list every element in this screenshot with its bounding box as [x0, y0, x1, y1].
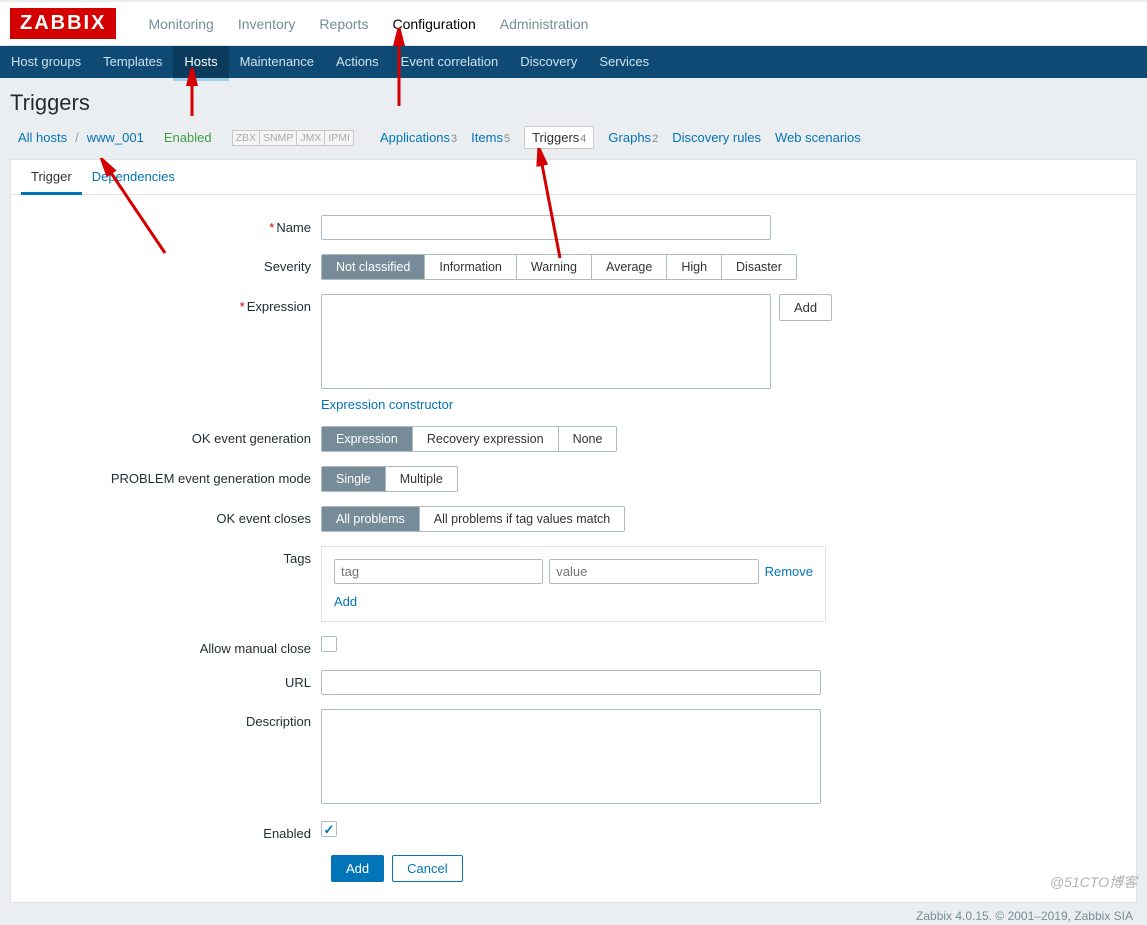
label-description: Description: [21, 709, 321, 729]
label-expression: *Expression: [21, 294, 321, 314]
checkbox-allow-manual-close[interactable]: [321, 636, 337, 652]
submit-button[interactable]: Add: [331, 855, 384, 882]
label-name: *Name: [21, 215, 321, 235]
expression-constructor-link[interactable]: Expression constructor: [321, 397, 453, 412]
hnav-graphs[interactable]: Graphs2: [608, 130, 658, 145]
label-ok-event-generation: OK event generation: [21, 426, 321, 446]
subnav-services[interactable]: Services: [588, 46, 660, 78]
input-tag-name[interactable]: [334, 559, 543, 584]
input-description[interactable]: [321, 709, 821, 804]
okcloses-all[interactable]: All problems: [322, 507, 420, 531]
subnav-maintenance[interactable]: Maintenance: [229, 46, 325, 78]
subnav-host-groups[interactable]: Host groups: [0, 46, 92, 78]
sub-nav: Host groups Templates Hosts Maintenance …: [0, 46, 1147, 78]
breadcrumb: All hosts / www_001 Enabled ZBX SNMP JMX…: [0, 126, 1147, 159]
tags-box: Remove Add: [321, 546, 826, 622]
nav-monitoring[interactable]: Monitoring: [136, 1, 225, 47]
hnav-applications[interactable]: Applications3: [380, 130, 457, 145]
nav-reports[interactable]: Reports: [307, 1, 380, 47]
hnav-web-scenarios[interactable]: Web scenarios: [775, 130, 861, 145]
input-url[interactable]: [321, 670, 821, 695]
input-name[interactable]: [321, 215, 771, 240]
hnav-items[interactable]: Items5: [471, 130, 510, 145]
hnav-discovery-rules[interactable]: Discovery rules: [672, 130, 761, 145]
okgen-expression[interactable]: Expression: [322, 427, 413, 451]
label-url: URL: [21, 670, 321, 690]
ok-event-gen-segment: Expression Recovery expression None: [321, 426, 617, 452]
badge-zbx: ZBX: [232, 130, 260, 146]
cancel-button[interactable]: Cancel: [392, 855, 462, 882]
okgen-recovery[interactable]: Recovery expression: [413, 427, 559, 451]
form-tabs: Trigger Dependencies: [11, 160, 1136, 195]
top-bar: ZABBIX Monitoring Inventory Reports Conf…: [0, 0, 1147, 46]
severity-segment: Not classified Information Warning Avera…: [321, 254, 797, 280]
interface-badges: ZBX SNMP JMX IPMI: [232, 130, 354, 146]
top-nav: Monitoring Inventory Reports Configurati…: [136, 1, 600, 47]
bc-all-hosts[interactable]: All hosts: [18, 130, 67, 145]
trigger-form: *Name Severity Not classified Informatio…: [11, 195, 1136, 902]
checkbox-enabled[interactable]: [321, 821, 337, 837]
tab-trigger[interactable]: Trigger: [21, 160, 82, 195]
okgen-none[interactable]: None: [559, 427, 617, 451]
hnav-triggers[interactable]: Triggers4: [524, 126, 594, 149]
bc-sep: /: [73, 130, 81, 145]
footer: Zabbix 4.0.15. © 2001–2019, Zabbix SIA: [0, 903, 1147, 925]
label-allow-manual-close: Allow manual close: [21, 636, 321, 656]
ok-closes-segment: All problems All problems if tag values …: [321, 506, 625, 532]
sev-disaster[interactable]: Disaster: [722, 255, 796, 279]
nav-inventory[interactable]: Inventory: [226, 1, 308, 47]
label-tags: Tags: [21, 546, 321, 566]
label-ok-closes: OK event closes: [21, 506, 321, 526]
label-problem-mode: PROBLEM event generation mode: [21, 466, 321, 486]
subnav-discovery[interactable]: Discovery: [509, 46, 588, 78]
input-tag-value[interactable]: [549, 559, 758, 584]
nav-administration[interactable]: Administration: [488, 1, 601, 47]
subnav-templates[interactable]: Templates: [92, 46, 173, 78]
input-expression[interactable]: [321, 294, 771, 389]
content: Trigger Dependencies *Name Severity Not …: [10, 159, 1137, 903]
nav-configuration[interactable]: Configuration: [380, 1, 487, 47]
badge-ipmi: IPMI: [325, 130, 354, 146]
problem-mode-segment: Single Multiple: [321, 466, 458, 492]
badge-snmp: SNMP: [260, 130, 297, 146]
bc-status: Enabled: [164, 130, 212, 145]
tab-dependencies[interactable]: Dependencies: [82, 160, 185, 194]
tag-add-link[interactable]: Add: [334, 594, 357, 609]
label-severity: Severity: [21, 254, 321, 274]
sev-warning[interactable]: Warning: [517, 255, 592, 279]
logo[interactable]: ZABBIX: [10, 8, 116, 39]
sev-average[interactable]: Average: [592, 255, 667, 279]
bc-host[interactable]: www_001: [87, 130, 144, 145]
subnav-hosts[interactable]: Hosts: [173, 46, 228, 78]
sev-information[interactable]: Information: [425, 255, 517, 279]
page-title: Triggers: [0, 78, 1147, 126]
expression-add-button[interactable]: Add: [779, 294, 832, 321]
sev-high[interactable]: High: [667, 255, 722, 279]
subnav-event-correlation[interactable]: Event correlation: [390, 46, 510, 78]
okcloses-tag[interactable]: All problems if tag values match: [420, 507, 624, 531]
label-enabled: Enabled: [21, 821, 321, 841]
pmode-multiple[interactable]: Multiple: [386, 467, 457, 491]
sev-not-classified[interactable]: Not classified: [322, 255, 425, 279]
tag-row: Remove: [334, 559, 813, 584]
tag-remove-link[interactable]: Remove: [765, 564, 813, 579]
subnav-actions[interactable]: Actions: [325, 46, 390, 78]
pmode-single[interactable]: Single: [322, 467, 386, 491]
badge-jmx: JMX: [297, 130, 325, 146]
